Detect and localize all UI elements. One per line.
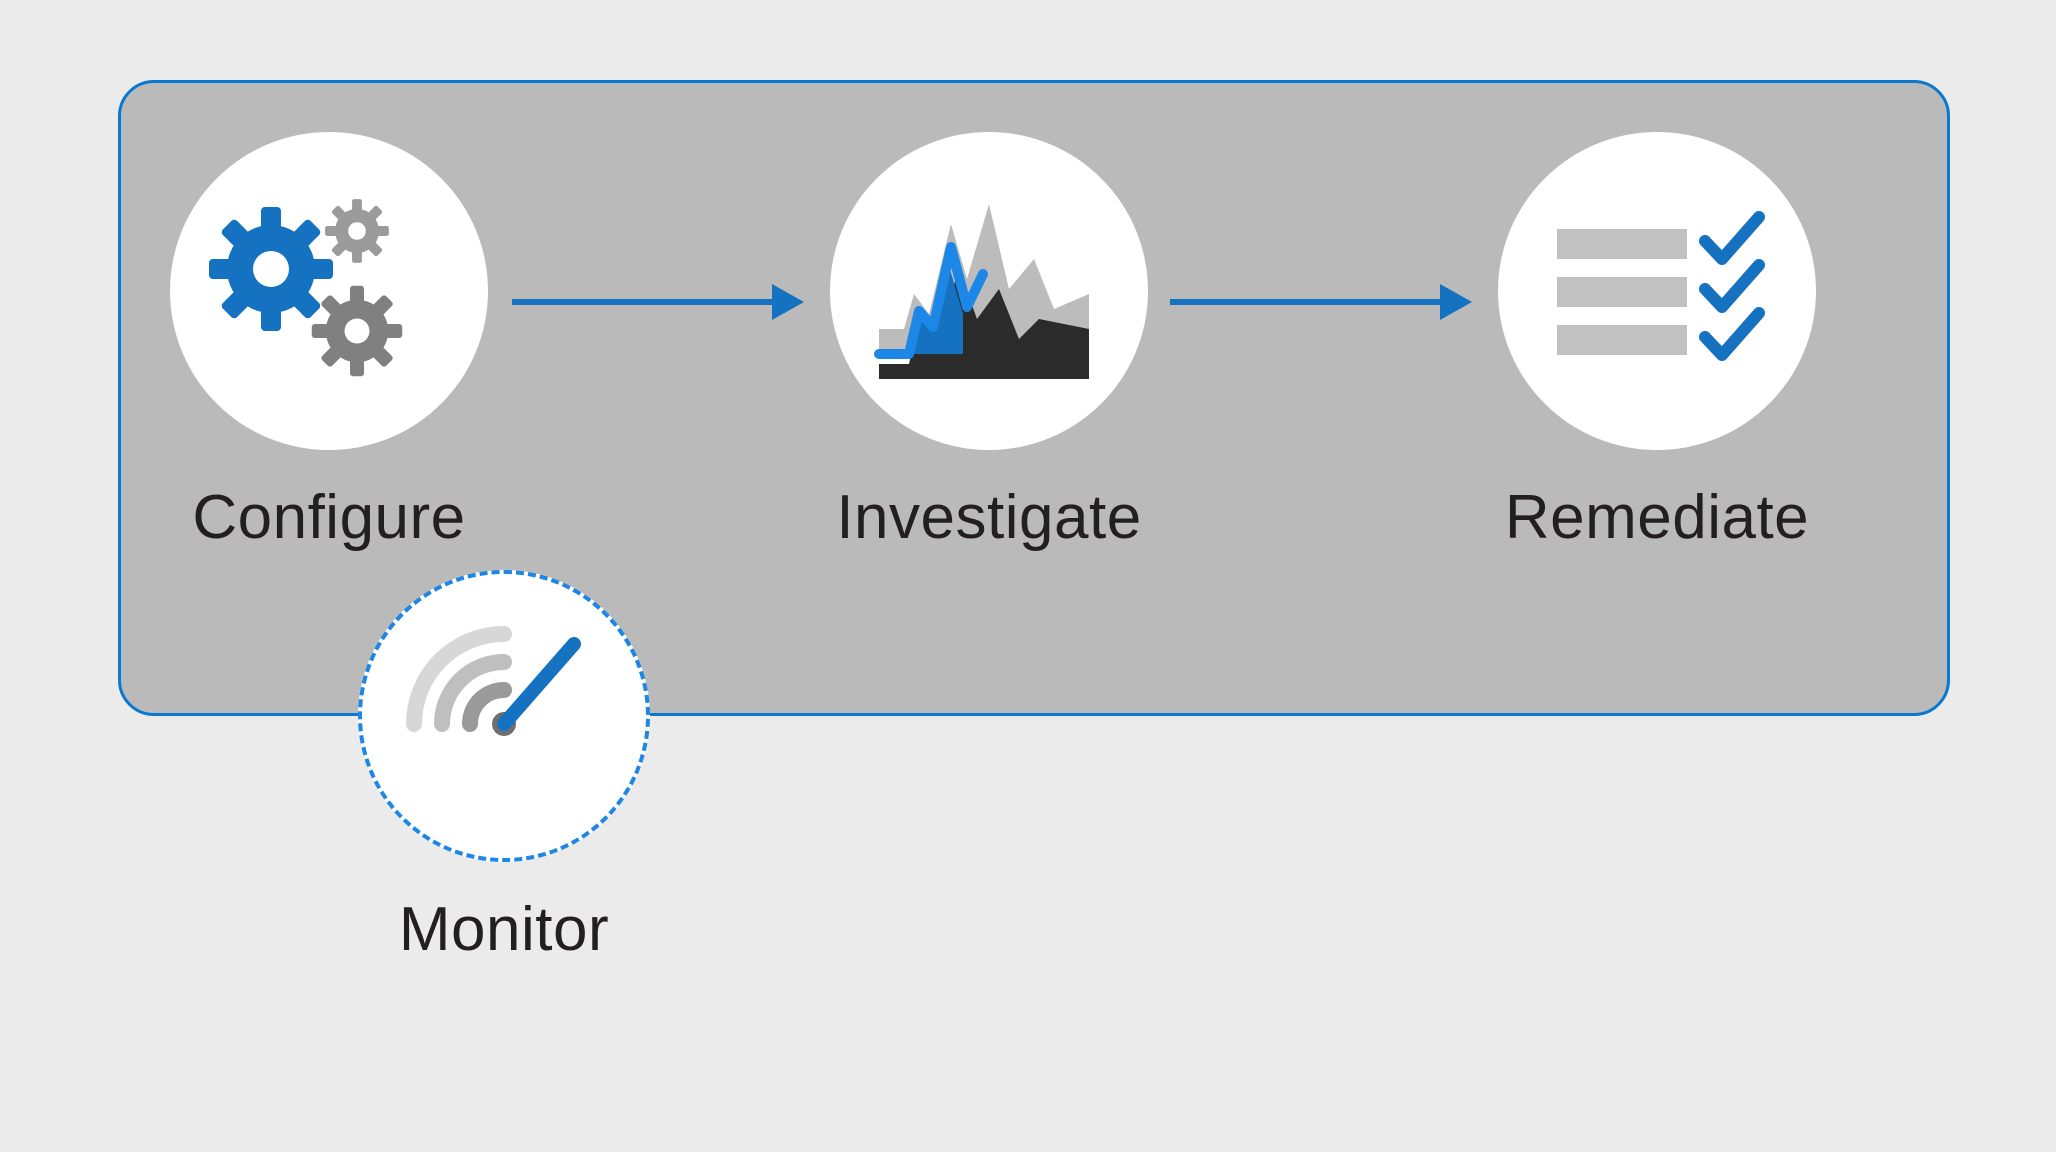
step-monitor: Monitor [358,570,650,965]
arrow-investigate-to-remediate [1170,284,1472,320]
remediate-circle [1498,132,1816,450]
step-remediate: Remediate [1498,132,1816,553]
configure-label: Configure [192,482,465,553]
configure-circle [170,132,488,450]
chart-pulse-icon [859,179,1119,404]
radar-target-icon [394,604,614,829]
monitor-label: Monitor [399,894,609,965]
remediate-label: Remediate [1505,482,1809,553]
step-investigate: Investigate [830,132,1148,553]
step-configure: Configure [170,132,488,553]
monitor-circle [358,570,650,862]
investigate-label: Investigate [836,482,1141,553]
checklist-icon [1527,179,1787,404]
arrow-configure-to-investigate [512,284,804,320]
investigate-circle [830,132,1148,450]
gears-icon [199,179,459,404]
